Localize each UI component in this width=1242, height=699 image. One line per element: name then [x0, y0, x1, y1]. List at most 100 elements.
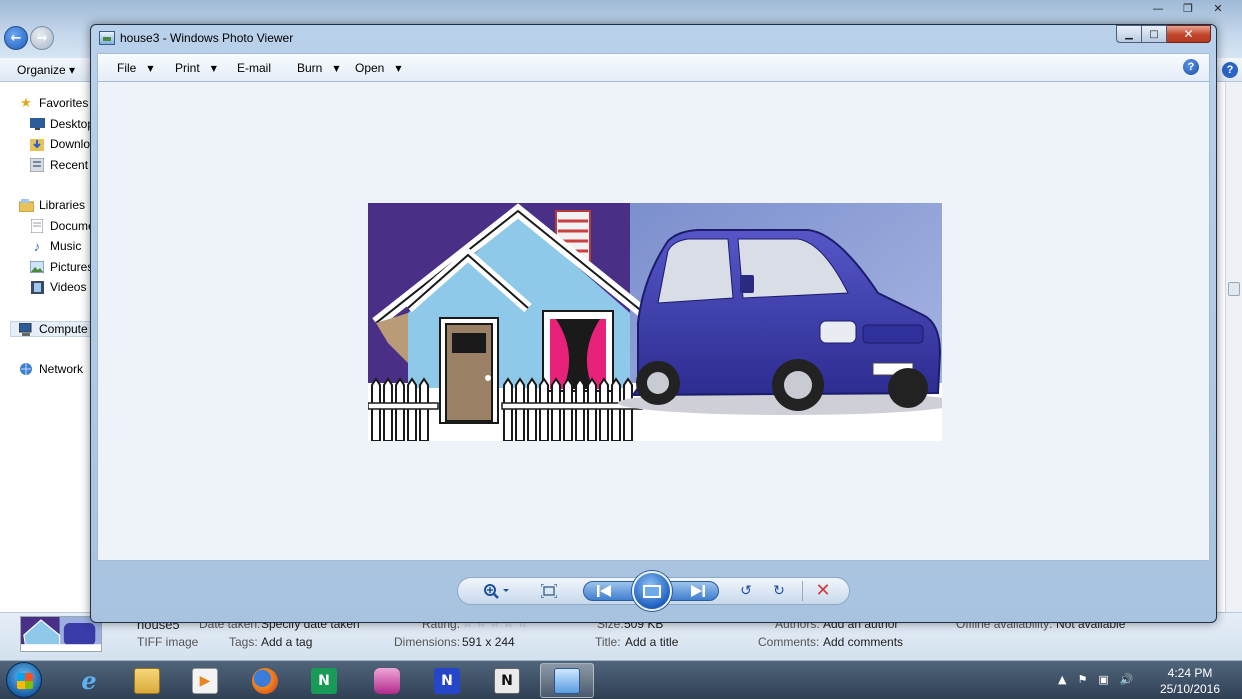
- taskbar-firefox[interactable]: [238, 663, 292, 698]
- viewer-menu-bar: File ▼ Print ▼ E-mail Burn ▼ Open ▼ ?: [97, 53, 1210, 81]
- delete-icon[interactable]: ✕: [811, 574, 835, 607]
- network-tray-icon[interactable]: ▣: [1098, 673, 1108, 686]
- menu-print-label: Print: [175, 61, 200, 75]
- slideshow-button[interactable]: [632, 571, 672, 611]
- nav-documents[interactable]: Docume: [29, 219, 92, 233]
- start-button[interactable]: [6, 662, 42, 698]
- folder-icon: [134, 667, 160, 694]
- nav-favorites-label: Favorites: [39, 96, 89, 110]
- nav-pictures[interactable]: Pictures: [29, 260, 92, 274]
- dimensions-value: 591 x 244: [462, 635, 515, 649]
- house-and-car-illustration: [368, 203, 942, 441]
- taskbar-app-n-green[interactable]: N: [297, 663, 351, 698]
- explorer-scrollbar[interactable]: [1225, 82, 1242, 612]
- n-app-icon: N: [311, 667, 337, 694]
- back-button[interactable]: ←: [4, 26, 28, 50]
- nav-network[interactable]: Network: [18, 362, 83, 376]
- nav-downloads-label: Downlo: [50, 137, 91, 151]
- dimensions-label: Dimensions:: [394, 635, 461, 649]
- viewer-close-button[interactable]: ✕: [1167, 25, 1211, 43]
- organize-button[interactable]: Organize ▾: [17, 63, 75, 77]
- show-hidden-icons-icon[interactable]: ▲: [1058, 673, 1066, 686]
- nav-libraries[interactable]: Libraries: [18, 198, 85, 212]
- menu-open-label: Open: [355, 61, 385, 75]
- videos-icon: [29, 280, 45, 294]
- nav-desktop-label: Desktop: [50, 117, 92, 131]
- firefox-icon: [252, 667, 278, 694]
- nav-pictures-label: Pictures: [50, 260, 92, 274]
- tags-value[interactable]: Add a tag: [261, 635, 312, 649]
- viewer-maximize-button[interactable]: □: [1142, 25, 1167, 43]
- volume-icon[interactable]: 🔊: [1120, 673, 1134, 686]
- nav-videos-label: Videos: [50, 280, 87, 294]
- explorer-maximize-button[interactable]: ❐: [1174, 0, 1202, 17]
- chevron-down-icon: ▼: [210, 63, 217, 73]
- star-icon: ★: [20, 95, 32, 110]
- actual-size-icon[interactable]: [537, 574, 561, 607]
- explorer-minimize-button[interactable]: —: [1144, 0, 1172, 17]
- nav-documents-label: Docume: [50, 219, 92, 233]
- pink-app-icon: [374, 667, 400, 694]
- recent-places-icon: [29, 158, 45, 172]
- zoom-icon[interactable]: [479, 574, 515, 607]
- menu-print[interactable]: Print ▼: [175, 61, 217, 75]
- pictures-icon: [29, 260, 45, 274]
- photo-viewer-app-icon: [99, 31, 115, 45]
- nav-computer-label: Compute: [39, 322, 88, 336]
- taskbar-app-printer[interactable]: N: [480, 663, 534, 698]
- forward-button[interactable]: →: [30, 26, 54, 50]
- nav-network-label: Network: [39, 362, 84, 376]
- rotate-counterclockwise-icon[interactable]: ↺: [735, 574, 757, 607]
- menu-file-label: File: [117, 61, 137, 75]
- computer-icon: [18, 322, 34, 336]
- viewer-caption-buttons: ▁ □ ✕: [1116, 25, 1211, 43]
- photo-viewer-icon: [554, 667, 580, 694]
- nav-videos[interactable]: Videos: [29, 280, 86, 294]
- viewer-title-bar[interactable]: house3 - Windows Photo Viewer ▁ □ ✕: [91, 25, 1216, 52]
- taskbar-media-player[interactable]: ▶: [178, 663, 232, 698]
- file-type: TIFF image: [137, 635, 199, 649]
- nav-music-label: Music: [50, 239, 82, 253]
- nav-recent-label: Recent P: [50, 158, 92, 172]
- title-label: Title:: [595, 635, 621, 649]
- nav-favorites[interactable]: ★ Favorites: [18, 95, 89, 110]
- nav-music[interactable]: ♪ Music: [29, 239, 82, 254]
- next-icon[interactable]: [687, 574, 709, 607]
- system-tray: ▲ ⚑ ▣ 🔊: [1058, 673, 1133, 686]
- title-value[interactable]: Add a title: [625, 635, 678, 649]
- file-thumbnail: [20, 616, 102, 652]
- displayed-image-house-and-car: [368, 203, 942, 441]
- explorer-help-icon[interactable]: ?: [1222, 62, 1238, 78]
- previous-icon[interactable]: [593, 574, 615, 607]
- taskbar-app-n-arrows[interactable]: N: [420, 663, 474, 698]
- nav-downloads[interactable]: Downlo: [29, 137, 90, 151]
- taskbar-app-pink[interactable]: [360, 663, 414, 698]
- image-canvas: [97, 81, 1210, 561]
- viewer-minimize-button[interactable]: ▁: [1116, 25, 1142, 43]
- rotate-clockwise-icon[interactable]: ↻: [768, 574, 790, 607]
- viewer-title: house3 - Windows Photo Viewer: [120, 31, 294, 45]
- taskbar: e ▶ N N N ▲ ⚑ ▣ 🔊 4:24 PM 25/10/2016: [0, 660, 1242, 699]
- photo-viewer-window: house3 - Windows Photo Viewer ▁ □ ✕ File…: [90, 24, 1217, 623]
- clock[interactable]: 4:24 PM 25/10/2016: [1150, 665, 1230, 697]
- explorer-scrollbar-thumb[interactable]: [1228, 282, 1240, 296]
- comments-value[interactable]: Add comments: [823, 635, 903, 649]
- menu-burn[interactable]: Burn ▼: [297, 61, 340, 75]
- menu-email-label: E-mail: [237, 61, 272, 75]
- tags-label: Tags:: [229, 635, 258, 649]
- nav-computer[interactable]: Compute: [10, 321, 92, 337]
- comments-label: Comments:: [758, 635, 820, 649]
- help-icon[interactable]: ?: [1183, 59, 1199, 75]
- nav-desktop[interactable]: Desktop: [29, 117, 92, 131]
- nav-recent-places[interactable]: Recent P: [29, 158, 92, 172]
- taskbar-photo-viewer[interactable]: [540, 663, 594, 698]
- action-center-flag-icon[interactable]: ⚑: [1077, 673, 1087, 686]
- menu-email[interactable]: E-mail: [237, 61, 271, 75]
- slideshow-icon: [643, 584, 661, 598]
- menu-open[interactable]: Open ▼: [355, 61, 402, 75]
- taskbar-file-explorer[interactable]: [120, 663, 174, 698]
- explorer-close-button[interactable]: ✕: [1204, 0, 1232, 17]
- taskbar-internet-explorer[interactable]: e: [62, 663, 116, 698]
- menu-file[interactable]: File ▼: [117, 61, 154, 75]
- n-arrows-icon: N: [434, 667, 460, 694]
